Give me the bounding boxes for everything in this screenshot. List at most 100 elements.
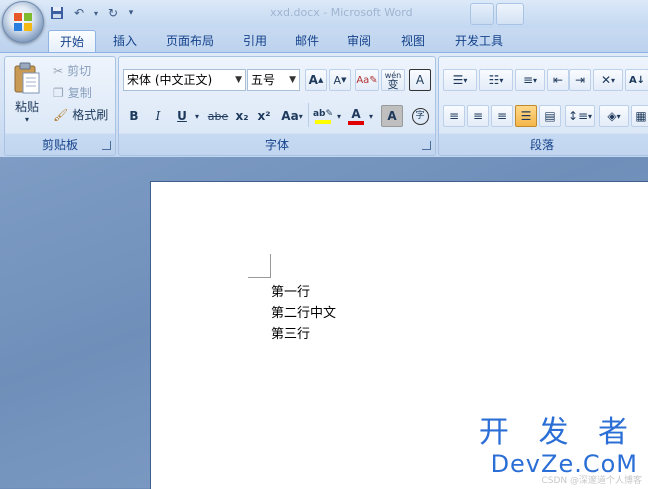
cut-label: 剪切 bbox=[67, 64, 92, 78]
clear-formatting-icon: Aa✎ bbox=[356, 74, 378, 86]
undo-dropdown-icon[interactable]: ▾ bbox=[92, 4, 100, 22]
shrink-font-button[interactable]: A ▼ bbox=[329, 69, 351, 91]
numbering-button[interactable]: ☷ ▾ bbox=[479, 69, 513, 91]
line-spacing-icon: ↕≡ bbox=[567, 109, 589, 123]
align-right-button[interactable]: ≡ bbox=[491, 105, 513, 127]
justify-button[interactable]: ☰ bbox=[515, 105, 537, 127]
multilevel-list-icon: ≡ bbox=[522, 73, 534, 87]
tab-developer[interactable]: 开发工具 bbox=[446, 30, 512, 52]
tab-home[interactable]: 开始 bbox=[48, 30, 96, 53]
customize-qat-icon[interactable]: ▾ bbox=[126, 4, 136, 22]
paragraph-group: ☰ ▾ ☷ ▾ ≡ ▾ ⇤ ⇥ ✕ ▾ A↓ ≡ ≡ ≡ ☰ ▤ ↕≡ ▾ ◈ … bbox=[438, 56, 648, 156]
tab-references[interactable]: 引用 bbox=[234, 30, 276, 52]
document-line-1[interactable]: 第一行 bbox=[271, 281, 310, 300]
bullets-button[interactable]: ☰ ▾ bbox=[443, 69, 477, 91]
font-name-combo[interactable]: 宋体 (中文正文) ▼ bbox=[123, 69, 246, 91]
borders-button[interactable]: ▦ bbox=[631, 105, 648, 127]
tab-mailings[interactable]: 邮件 bbox=[286, 30, 328, 52]
font-color-button[interactable]: A bbox=[345, 105, 367, 127]
align-left-icon: ≡ bbox=[448, 109, 460, 123]
justify-icon: ☰ bbox=[520, 109, 532, 123]
document-title: xxd.docx - Microsoft Word bbox=[270, 6, 413, 19]
redo-icon[interactable]: ↻ bbox=[104, 4, 122, 22]
grow-font-button[interactable]: A ▲ bbox=[305, 69, 327, 91]
char-shading-button[interactable]: A bbox=[381, 105, 403, 127]
char-shading-icon: A bbox=[387, 109, 397, 123]
font-name-dropdown-icon[interactable]: ▼ bbox=[235, 70, 242, 90]
ribbon: 粘贴 ▾ ✂ 剪切 ❐ 复制 🖌 格式刷 剪贴板 宋体 (中文正文) ▼ 五号 … bbox=[0, 52, 648, 158]
superscript-icon: x² bbox=[257, 109, 271, 123]
underline-button[interactable]: U bbox=[171, 105, 193, 127]
increase-indent-icon: ⇥ bbox=[574, 73, 586, 87]
save-icon[interactable] bbox=[48, 4, 66, 22]
underline-icon: U bbox=[177, 109, 187, 123]
asian-layout-button[interactable]: ✕ ▾ bbox=[593, 69, 623, 91]
paste-icon bbox=[14, 62, 40, 94]
sort-icon: A↓ bbox=[628, 74, 646, 86]
clear-formatting-button[interactable]: Aa✎ bbox=[355, 69, 379, 91]
align-center-icon: ≡ bbox=[472, 109, 484, 123]
font-size-value: 五号 bbox=[251, 73, 276, 87]
scissors-icon: ✂ bbox=[53, 63, 64, 78]
shading-button[interactable]: ◈ ▾ bbox=[599, 105, 629, 127]
align-left-button[interactable]: ≡ bbox=[443, 105, 465, 127]
decrease-indent-button[interactable]: ⇤ bbox=[547, 69, 569, 91]
char-border-button[interactable]: A bbox=[409, 69, 431, 91]
italic-button[interactable]: I bbox=[147, 105, 169, 127]
subscript-button[interactable]: x₂ bbox=[231, 105, 253, 127]
copy-button[interactable]: ❐ 复制 bbox=[53, 84, 92, 101]
document-line-3[interactable]: 第三行 bbox=[271, 323, 310, 342]
italic-icon: I bbox=[155, 109, 161, 123]
highlight-button[interactable]: ab✎ bbox=[311, 105, 335, 127]
font-group-label: 字体 bbox=[264, 138, 289, 152]
sort-button[interactable]: A↓ bbox=[625, 69, 648, 91]
multilevel-list-button[interactable]: ≡ ▾ bbox=[515, 69, 545, 91]
superscript-button[interactable]: x² bbox=[253, 105, 275, 127]
shrink-font-icon: A bbox=[333, 73, 342, 87]
office-logo-icon bbox=[14, 13, 32, 31]
quick-access-toolbar: ↶ ▾ ↻ ▾ bbox=[48, 3, 136, 23]
paint-bucket-icon: ◈ bbox=[607, 109, 617, 123]
paragraph-group-label: 段落 bbox=[529, 138, 554, 152]
paste-label: 粘贴 bbox=[14, 100, 39, 114]
minimize-button[interactable] bbox=[470, 3, 494, 25]
maximize-button[interactable] bbox=[496, 3, 524, 25]
clipboard-group: 粘贴 ▾ ✂ 剪切 ❐ 复制 🖌 格式刷 剪贴板 bbox=[4, 56, 116, 156]
clipboard-launcher-icon[interactable] bbox=[102, 141, 111, 150]
change-case-button[interactable]: Aa ▾ bbox=[277, 105, 307, 127]
tab-page-layout[interactable]: 页面布局 bbox=[156, 30, 224, 52]
phonetic-guide-button[interactable]: wén 变 bbox=[381, 69, 405, 91]
distributed-button[interactable]: ▤ bbox=[539, 105, 561, 127]
tab-view[interactable]: 视图 bbox=[390, 30, 436, 52]
font-color-swatch bbox=[348, 121, 364, 125]
watermark-cn: 开 发 者 bbox=[478, 415, 638, 450]
document-line-2[interactable]: 第二行中文 bbox=[271, 302, 336, 321]
paste-dropdown-icon[interactable]: ▾ bbox=[8, 115, 46, 124]
format-painter-button[interactable]: 🖌 格式刷 bbox=[53, 106, 108, 123]
undo-icon[interactable]: ↶ bbox=[70, 4, 88, 22]
highlight-dropdown-icon[interactable]: ▾ bbox=[333, 105, 345, 127]
font-size-dropdown-icon[interactable]: ▼ bbox=[289, 70, 296, 90]
font-size-combo[interactable]: 五号 ▼ bbox=[247, 69, 300, 91]
office-button[interactable] bbox=[2, 1, 44, 43]
align-center-button[interactable]: ≡ bbox=[467, 105, 489, 127]
paste-button[interactable]: 粘贴 ▾ bbox=[8, 59, 46, 131]
line-spacing-button[interactable]: ↕≡ ▾ bbox=[565, 105, 595, 127]
font-color-dropdown-icon[interactable]: ▾ bbox=[365, 105, 377, 127]
font-launcher-icon[interactable] bbox=[422, 141, 431, 150]
copy-label: 复制 bbox=[67, 86, 92, 100]
cut-button[interactable]: ✂ 剪切 bbox=[53, 62, 91, 79]
ribbon-tabs: 开始 插入 页面布局 引用 邮件 审阅 视图 开发工具 bbox=[0, 28, 648, 53]
bullets-icon: ☰ bbox=[452, 73, 464, 87]
strikethrough-button[interactable]: abe bbox=[205, 105, 231, 127]
underline-dropdown-icon[interactable]: ▾ bbox=[191, 105, 203, 127]
distributed-icon: ▤ bbox=[544, 109, 556, 123]
tab-review[interactable]: 审阅 bbox=[338, 30, 380, 52]
tab-insert[interactable]: 插入 bbox=[104, 30, 146, 52]
increase-indent-button[interactable]: ⇥ bbox=[569, 69, 591, 91]
strikethrough-icon: abe bbox=[207, 109, 229, 123]
asian-layout-icon: ✕ bbox=[600, 73, 612, 87]
align-right-icon: ≡ bbox=[496, 109, 508, 123]
enclose-chars-button[interactable]: 字 bbox=[409, 105, 431, 127]
bold-button[interactable]: B bbox=[123, 105, 145, 127]
